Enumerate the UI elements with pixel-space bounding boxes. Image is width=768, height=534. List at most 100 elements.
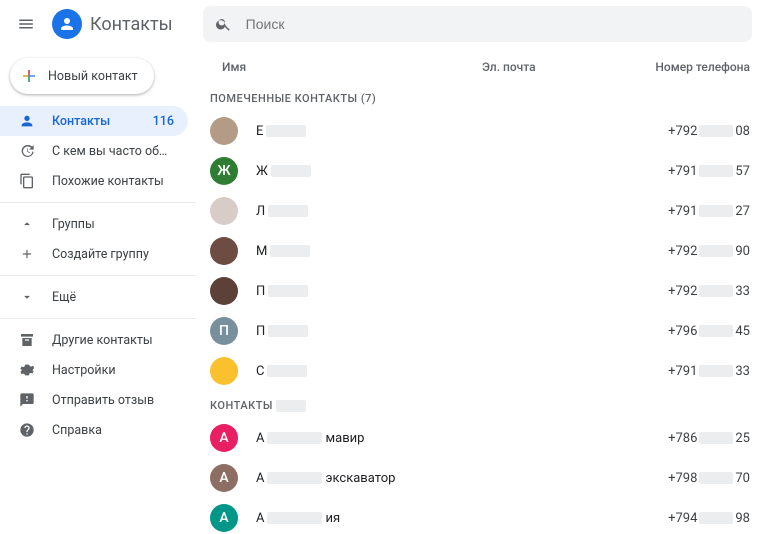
redacted-text	[271, 165, 311, 177]
redacted-text	[699, 512, 733, 524]
hamburger-icon	[17, 15, 35, 33]
contact-name: Аэкскаватор	[256, 471, 486, 486]
contact-phone: +79290	[640, 244, 750, 259]
feedback-icon	[18, 392, 36, 408]
contact-phone: +79645	[640, 324, 750, 339]
contact-phone: +79127	[640, 204, 750, 219]
help-icon	[18, 422, 36, 438]
section-title: ПОМЕЧЕННЫЕ КОНТАКТЫ (7)	[204, 84, 758, 111]
sidebar-item-groups[interactable]: Группы	[0, 209, 188, 239]
sidebar-item-label: Похожие контакты	[52, 174, 174, 189]
redacted-text	[266, 125, 306, 137]
new-contact-label: Новый контакт	[48, 69, 138, 84]
avatar	[210, 357, 238, 385]
redacted-text	[699, 165, 733, 177]
redacted-text	[699, 285, 733, 297]
contact-name: П	[256, 324, 486, 339]
redacted-text	[267, 512, 322, 524]
sidebar-item-duplicates[interactable]: Похожие контакты	[0, 166, 188, 196]
contact-phone: +79233	[640, 284, 750, 299]
sidebar: Новый контакт Контакты 116 С кем вы част…	[0, 48, 196, 534]
contact-row[interactable]: ААмавир+78625	[204, 418, 758, 458]
contact-row[interactable]: С+79133	[204, 351, 758, 391]
col-header-name: Имя	[222, 60, 482, 74]
contact-name: П	[256, 284, 486, 299]
redacted-text	[699, 205, 733, 217]
sidebar-item-frequent[interactable]: С кем вы часто общае…	[0, 136, 188, 166]
sidebar-item-other[interactable]: Другие контакты	[0, 325, 188, 355]
contact-row[interactable]: Е+79208	[204, 111, 758, 151]
gear-icon	[18, 362, 36, 378]
sidebar-item-more[interactable]: Ещё	[0, 282, 188, 312]
redacted-text	[699, 325, 733, 337]
contact-row[interactable]: ААия+79498	[204, 498, 758, 534]
sidebar-item-help[interactable]: Справка	[0, 415, 188, 445]
col-header-phone: Номер телефона	[640, 60, 750, 74]
contact-phone: +78625	[640, 431, 750, 446]
contact-phone: +79870	[640, 471, 750, 486]
menu-button[interactable]	[8, 6, 44, 42]
archive-icon	[18, 332, 36, 348]
avatar: А	[210, 464, 238, 492]
redacted-text	[270, 245, 310, 257]
sidebar-item-label: Справка	[52, 423, 174, 438]
contact-row[interactable]: ПП+79645	[204, 311, 758, 351]
column-headers: Имя Эл. почта Номер телефона	[204, 52, 758, 84]
sidebar-separator	[0, 202, 196, 203]
avatar: А	[210, 424, 238, 452]
contact-name: Ж	[256, 164, 486, 179]
sidebar-item-settings[interactable]: Настройки	[0, 355, 188, 385]
history-icon	[18, 143, 36, 159]
col-header-email: Эл. почта	[482, 60, 640, 74]
app-logo: Контакты	[52, 9, 185, 39]
copy-icon	[18, 173, 36, 189]
contact-row[interactable]: А Аэкскаватор +79870	[204, 458, 758, 498]
sidebar-item-create-group[interactable]: Создайте группу	[0, 239, 188, 269]
contact-row[interactable]: ЖЖ+79157	[204, 151, 758, 191]
chevron-up-icon	[18, 217, 36, 231]
redacted-text	[267, 472, 322, 484]
new-contact-button[interactable]: Новый контакт	[10, 58, 154, 94]
contact-row[interactable]: Л+79127	[204, 191, 758, 231]
redacted-text	[699, 365, 733, 377]
contacts-logo-icon	[52, 9, 82, 39]
redacted-text	[699, 125, 733, 137]
contact-phone: +79208	[640, 124, 750, 139]
contacts-main: Имя Эл. почта Номер телефона ПОМЕЧЕННЫЕ …	[196, 48, 768, 534]
sidebar-item-label: Настройки	[52, 363, 174, 378]
sidebar-item-label: Отправить отзыв	[52, 393, 174, 408]
sidebar-item-label: Контакты	[52, 114, 137, 129]
sidebar-separator	[0, 275, 196, 276]
sidebar-item-contacts[interactable]: Контакты 116	[0, 106, 188, 136]
avatar	[210, 117, 238, 145]
search-input[interactable]	[244, 15, 740, 33]
contact-name: Аия	[256, 511, 486, 526]
redacted-text	[268, 285, 308, 297]
contact-row[interactable]: М +79290	[204, 231, 758, 271]
avatar: А	[210, 504, 238, 532]
avatar	[210, 197, 238, 225]
sidebar-item-label: Группы	[52, 217, 174, 232]
redacted-text	[699, 432, 733, 444]
sidebar-item-label: Создайте группу	[52, 247, 174, 262]
redacted-text	[276, 400, 306, 412]
redacted-text	[267, 365, 307, 377]
person-icon	[18, 113, 36, 129]
section-title: КОНТАКТЫ	[204, 391, 758, 418]
avatar: Ж	[210, 157, 238, 185]
app-header: Контакты	[0, 0, 768, 48]
plus-icon	[20, 67, 38, 85]
search-icon	[215, 15, 232, 33]
contact-phone: +79133	[640, 364, 750, 379]
contact-row[interactable]: П +79233	[204, 271, 758, 311]
redacted-text	[699, 245, 733, 257]
search-bar[interactable]	[203, 6, 752, 42]
sidebar-item-feedback[interactable]: Отправить отзыв	[0, 385, 188, 415]
sidebar-separator	[0, 318, 196, 319]
sidebar-item-label: С кем вы часто общае…	[52, 144, 174, 159]
plus-thin-icon	[18, 247, 36, 261]
avatar	[210, 277, 238, 305]
contact-name: М	[256, 244, 486, 259]
redacted-text	[268, 205, 308, 217]
avatar	[210, 237, 238, 265]
